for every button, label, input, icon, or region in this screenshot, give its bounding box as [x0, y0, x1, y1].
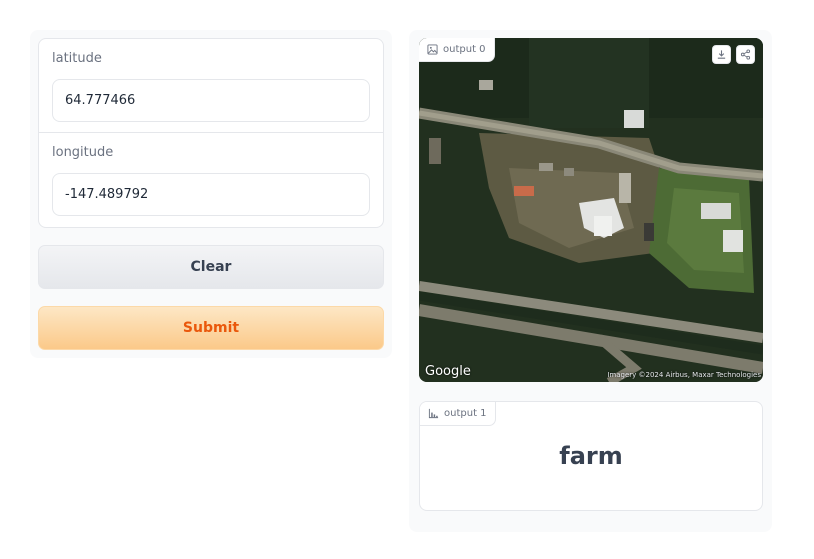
longitude-input[interactable]	[52, 173, 370, 216]
latitude-input[interactable]	[52, 79, 370, 122]
output-image-block: output 0 Google Imagery ©2024 Airbus, Ma…	[419, 38, 763, 382]
output-panel: output 0 Google Imagery ©2024 Airbus, Ma…	[409, 30, 772, 532]
output-1-label: output 1	[420, 402, 496, 426]
submit-button[interactable]: Submit	[38, 306, 384, 350]
clear-button[interactable]: Clear	[38, 245, 384, 289]
input-panel: latitude longitude Clear Submit	[30, 30, 392, 358]
imagery-attribution: Imagery ©2024 Airbus, Maxar Technologies	[607, 371, 761, 379]
longitude-label: longitude	[52, 145, 114, 160]
output-label-block: output 1 farm	[419, 401, 763, 511]
share-button[interactable]	[736, 45, 755, 64]
output-0-label: output 0	[419, 38, 495, 62]
share-icon	[740, 49, 751, 60]
satellite-image	[419, 38, 763, 382]
bar-chart-icon	[428, 408, 439, 419]
longitude-field: longitude	[39, 133, 383, 227]
download-button[interactable]	[712, 45, 731, 64]
output-0-label-text: output 0	[443, 44, 486, 55]
latitude-label: latitude	[52, 51, 102, 66]
output-1-label-text: output 1	[444, 408, 487, 419]
image-icon	[427, 44, 438, 55]
download-icon	[717, 50, 726, 59]
predicted-label: farm	[559, 442, 623, 470]
latitude-field: latitude	[39, 39, 383, 133]
google-watermark: Google	[425, 364, 471, 379]
inputs-card: latitude longitude	[38, 38, 384, 228]
